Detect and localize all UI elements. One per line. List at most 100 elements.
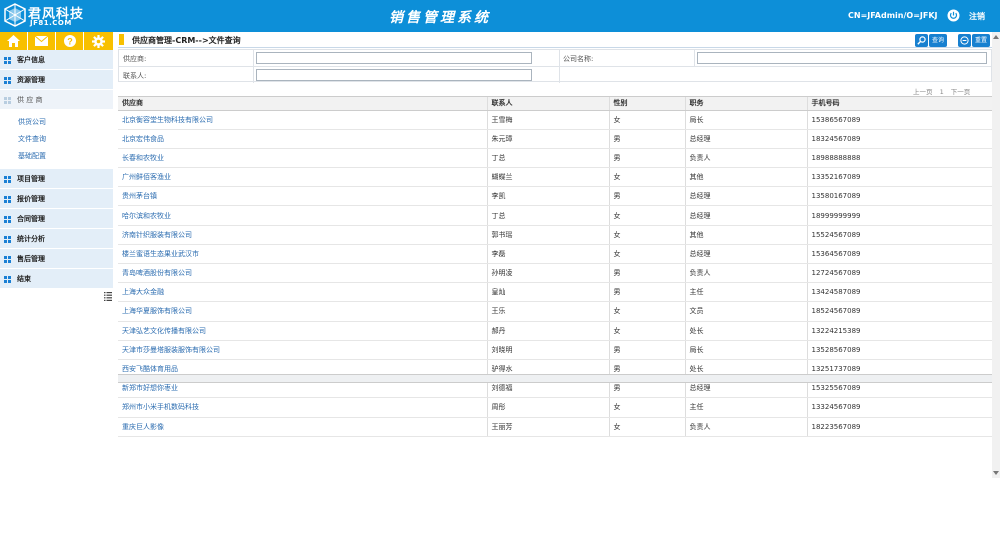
table-row[interactable]: 天津弘艺文化传播有限公司 郝丹女处长 13224215389 — [118, 321, 993, 341]
gender-cell: 女 — [609, 397, 686, 418]
contact-input[interactable] — [256, 69, 532, 81]
sidebar-item-label: 项目管理 — [17, 175, 45, 183]
sidebar-item-label: 供 应 商 — [17, 96, 43, 104]
settings-button[interactable] — [84, 32, 112, 50]
company-input[interactable] — [697, 52, 987, 64]
supplier-input[interactable] — [256, 52, 532, 64]
table-row[interactable]: 长春和农牧业 丁总男负责人 18988888888 — [118, 148, 993, 169]
form-divider — [253, 67, 254, 83]
table-row[interactable]: 北京宏伟食品 朱元璋男总经理 18324567089 — [118, 129, 993, 149]
sidebar-item-quotes[interactable]: 报价管理 — [0, 189, 113, 209]
sidebar-item-end[interactable]: 结束 — [0, 269, 113, 289]
supplier-cell[interactable]: 北京衡容堂生物科技有限公司 — [118, 110, 488, 130]
table-row[interactable]: 青岛啤酒股份有限公司 孙明凌男负责人 12724567089 — [118, 263, 993, 284]
reset-button-label: 重置 — [972, 33, 991, 47]
column-header-contact[interactable]: 联系人 — [487, 97, 610, 111]
supplier-cell[interactable]: 郑州市小米手机数码科技 — [118, 397, 488, 418]
supplier-cell[interactable]: 哈尔滨和农牧业 — [118, 205, 488, 226]
sidebar-item-statistics[interactable]: 统计分析 — [0, 229, 113, 249]
sidebar-item-after-sales[interactable]: 售后管理 — [0, 249, 113, 269]
brand-domain: JF81.COM — [30, 19, 72, 27]
supplier-cell[interactable]: 北京宏伟食品 — [118, 129, 488, 149]
sidebar-item-label: 合同管理 — [17, 215, 45, 223]
supplier-cell[interactable]: 上海华夏服饰有限公司 — [118, 301, 488, 322]
gender-cell: 男 — [609, 263, 686, 284]
mail-button[interactable] — [28, 32, 56, 50]
sidebar-item-customer[interactable]: 客户信息 — [0, 50, 113, 70]
column-header-supplier[interactable]: 供应商 — [118, 97, 488, 111]
next-page-link[interactable]: 下一页 — [951, 88, 971, 96]
phone-cell: 15386567089 — [807, 110, 993, 130]
supplier-cell[interactable]: 天津市莎曼塔服装服饰有限公司 — [118, 340, 488, 360]
contact-cell: 王雪梅 — [487, 110, 610, 130]
position-cell: 总经理 — [685, 205, 808, 226]
help-button[interactable]: ? — [56, 32, 84, 50]
table-row[interactable]: 重庆巨人影像 王丽芳女负责人 18223567089 — [118, 417, 993, 437]
column-header-phone[interactable]: 手机号码 — [807, 97, 993, 111]
table-row[interactable]: 上海大众金融 皇灿男主任 13424587089 — [118, 282, 993, 303]
table-row[interactable]: 哈尔滨和农牧业 丁总女总经理 18999999999 — [118, 205, 993, 226]
gender-cell: 男 — [609, 282, 686, 303]
sidebar-item-label: 报价管理 — [17, 195, 45, 203]
table-row[interactable]: 广州鲜佰客渔业 蝴蝶兰女其他 13352167089 — [118, 167, 993, 188]
form-divider — [694, 50, 695, 66]
supplier-cell[interactable]: 重庆巨人影像 — [118, 417, 488, 437]
position-cell: 主任 — [685, 282, 808, 303]
sidebar-item-projects[interactable]: 项目管理 — [0, 169, 113, 189]
supplier-cell[interactable]: 楼兰蜜语生态果业武汉市 — [118, 244, 488, 265]
grid-icon — [4, 216, 11, 223]
grid-icon — [4, 57, 11, 64]
contact-cell: 朱元璋 — [487, 129, 610, 149]
collapse-menu-icon[interactable] — [104, 292, 112, 301]
column-header-gender[interactable]: 性别 — [609, 97, 686, 111]
phone-cell: 13580167089 — [807, 186, 993, 207]
sidebar-item-resources[interactable]: 资源管理 — [0, 70, 113, 90]
supplier-label: 供应商: — [123, 55, 147, 63]
form-row: 联系人: — [119, 66, 991, 83]
phone-cell: 13424587089 — [807, 282, 993, 303]
scroll-down-arrow-icon[interactable] — [993, 471, 999, 475]
search-button-label: 查询 — [929, 33, 948, 47]
home-button[interactable] — [0, 32, 28, 50]
supplier-cell[interactable]: 上海大众金融 — [118, 282, 488, 303]
table-row[interactable]: 上海华夏服饰有限公司 王乐女文员 18524567089 — [118, 301, 993, 322]
contact-cell: 丁总 — [487, 205, 610, 226]
pagination: 上一页 1 下一页 — [908, 86, 970, 96]
table-row[interactable]: 天津市莎曼塔服装服饰有限公司 刘晓明男局长 13528567089 — [118, 340, 993, 360]
logout-link[interactable]: 注销 — [969, 11, 985, 22]
table-row[interactable]: 贵州茅台镇 李凯男总经理 13580167089 — [118, 186, 993, 207]
gender-cell: 女 — [609, 205, 686, 226]
sidebar-item-contracts[interactable]: 合同管理 — [0, 209, 113, 229]
supplier-cell[interactable]: 天津弘艺文化传播有限公司 — [118, 321, 488, 341]
supplier-cell[interactable]: 济南针织服装有限公司 — [118, 225, 488, 245]
gender-cell: 女 — [609, 167, 686, 188]
current-page: 1 — [939, 88, 944, 96]
prev-page-link[interactable]: 上一页 — [913, 88, 933, 96]
table-row[interactable]: 楼兰蜜语生态果业武汉市 李磊女总经理 15364567089 — [118, 244, 993, 265]
sidebar-subitem-supply-company[interactable]: 供货公司 — [0, 114, 113, 131]
position-cell: 负责人 — [685, 148, 808, 169]
sidebar-item-supplier[interactable]: 供 应 商 — [0, 90, 113, 110]
power-icon[interactable] — [947, 9, 960, 22]
gender-cell: 男 — [609, 129, 686, 149]
scroll-up-arrow-icon[interactable] — [993, 35, 999, 39]
reset-icon — [958, 33, 971, 47]
supplier-cell[interactable]: 广州鲜佰客渔业 — [118, 167, 488, 188]
sidebar-subitem-basic-config[interactable]: 基础配置 — [0, 148, 113, 165]
supplier-cell[interactable]: 贵州茅台镇 — [118, 186, 488, 207]
table-horizontal-scrollbar[interactable] — [118, 374, 992, 383]
table-row[interactable]: 北京衡容堂生物科技有限公司 王雪梅女局长 15386567089 — [118, 110, 993, 130]
supplier-cell[interactable]: 青岛啤酒股份有限公司 — [118, 263, 488, 284]
sidebar-subitem-file-query[interactable]: 文件查询 — [0, 131, 113, 148]
page-vertical-scrollbar[interactable] — [992, 32, 1000, 478]
column-header-position[interactable]: 职务 — [685, 97, 808, 111]
table-row[interactable]: 济南针织服装有限公司 郭书瑶女其他 15524567089 — [118, 225, 993, 245]
phone-cell: 12724567089 — [807, 263, 993, 284]
position-cell: 处长 — [685, 321, 808, 341]
reset-button[interactable]: 重置 — [958, 33, 991, 47]
table-row[interactable]: 郑州市小米手机数码科技 周彤女主任 13324567089 — [118, 397, 993, 418]
search-button[interactable]: 查询 — [915, 33, 948, 47]
contact-cell: 李磊 — [487, 244, 610, 265]
svg-text:?: ? — [67, 37, 73, 47]
supplier-cell[interactable]: 长春和农牧业 — [118, 148, 488, 169]
